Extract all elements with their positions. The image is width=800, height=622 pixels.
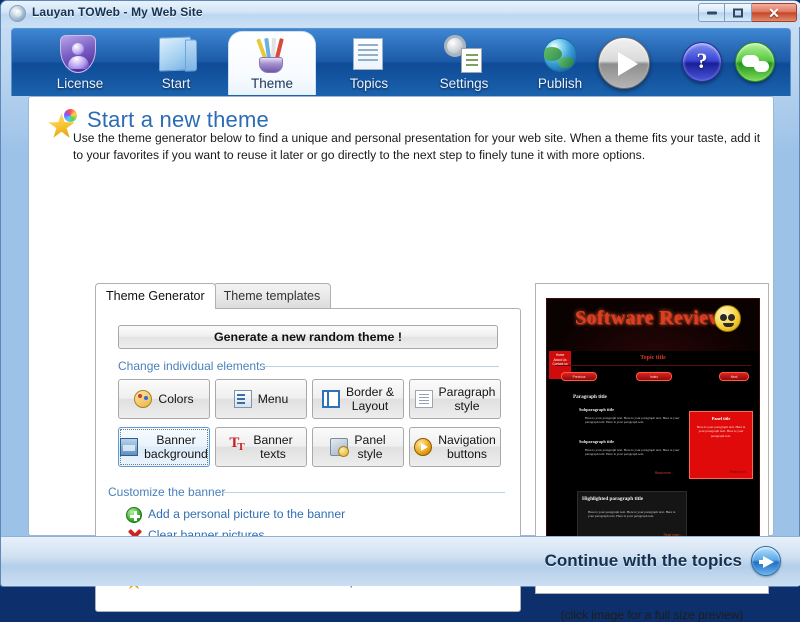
maximize-button[interactable] [725, 3, 752, 22]
close-icon: ✕ [768, 6, 780, 20]
preview-nav-index: Index [636, 372, 672, 381]
preview-nav-previous: Previous [561, 372, 597, 381]
preview-caption: (click image for a full size preview) [535, 608, 769, 622]
tab-strip: Theme GeneratorTheme templates [95, 283, 331, 309]
button-navigation-buttons-label: Navigation buttons [438, 433, 496, 461]
button-menu[interactable]: Menu [215, 379, 307, 419]
preview-topic-title: Topic title [547, 355, 759, 361]
shield-icon [60, 35, 100, 75]
question-mark-icon: ? [682, 42, 722, 82]
add-green-plus-icon [126, 507, 142, 523]
continue-label: Continue with the topics [545, 551, 742, 571]
section-divider-change [261, 366, 499, 367]
link-add-personal-picture[interactable]: Add a personal picture to the banner [148, 507, 345, 521]
nav-label-settings: Settings [418, 76, 510, 91]
page-description: Use the theme generator below to find a … [73, 130, 763, 164]
nav-item-publish[interactable]: Publish [514, 31, 606, 95]
button-border-layout-label: Border & Layout [346, 385, 394, 413]
preview-panel-more: Read more... [690, 470, 748, 474]
preview-panel-text: Here is your paragraph text. Here is you… [694, 425, 748, 438]
button-panel-style[interactable]: Panel style [312, 427, 404, 467]
button-banner-texts[interactable]: Banner texts [215, 427, 307, 467]
paragraph-icon [415, 390, 433, 408]
button-banner-background-label: Banner background [144, 433, 208, 461]
preview-read-more-1: Read more... [655, 471, 673, 475]
arrow-right-icon [751, 546, 781, 576]
play-icon [598, 37, 650, 89]
window-title: Lauyan TOWeb - My Web Site [32, 5, 203, 19]
button-navigation-buttons[interactable]: Navigation buttons [409, 427, 501, 467]
preview-panel-title: Panel title [690, 416, 752, 421]
tab-theme-generator[interactable]: Theme Generator [95, 283, 216, 309]
button-colors[interactable]: Colors [118, 379, 210, 419]
preview-side-panel: Panel title Here is your paragraph text.… [689, 411, 753, 479]
nav-label-start: Start [130, 76, 222, 91]
smiley-face-icon [714, 305, 741, 332]
gear-checklist-icon [444, 35, 484, 75]
preview-subparagraph-title-2: Subparagraph title [579, 439, 614, 444]
button-paragraph-style[interactable]: Paragraph style [409, 379, 501, 419]
title-bar: Lauyan TOWeb - My Web Site ✕ [1, 1, 800, 27]
menu-icon [234, 390, 252, 408]
panel-style-icon [330, 438, 348, 456]
continue-with-topics-button[interactable]: Continue with the topics [545, 546, 781, 576]
pencil-cup-icon [252, 36, 292, 76]
button-border-layout[interactable]: Border & Layout [312, 379, 404, 419]
tab-theme-templates[interactable]: Theme templates [213, 283, 332, 309]
preview-highlight-box: Highlighted paragraph title Here is your… [577, 491, 687, 541]
preview-divider-top [555, 365, 751, 366]
folder-icon [156, 35, 196, 75]
window-controls: ✕ [698, 3, 797, 22]
preview-highlight-title: Highlighted paragraph title [582, 496, 643, 502]
button-banner-background[interactable]: Banner background [118, 427, 210, 467]
application-window: Lauyan TOWeb - My Web Site ✕ License Sta… [0, 0, 800, 587]
chat-bubbles-icon [735, 42, 775, 82]
close-button[interactable]: ✕ [752, 3, 797, 22]
nav-label-publish: Publish [514, 76, 606, 91]
minimize-icon [707, 11, 717, 14]
button-colors-label: Colors [158, 392, 193, 406]
preview-nav-next: Next [719, 372, 749, 381]
generate-random-theme-button[interactable]: Generate a new random theme ! [118, 325, 498, 349]
section-change-individual-elements: Change individual elements [118, 359, 265, 373]
nav-item-topics[interactable]: Topics [323, 31, 415, 95]
content-panel: Start a new theme Use the theme generato… [28, 96, 774, 536]
preview-subparagraph-title-1: Subparagraph title [579, 407, 614, 412]
button-banner-texts-label: Banner texts [253, 433, 292, 461]
app-icon [9, 5, 26, 22]
button-paragraph-style-label: Paragraph style [439, 385, 496, 413]
border-layout-icon [322, 390, 340, 408]
banner-bg-icon [120, 438, 138, 456]
nav-label-topics: Topics [323, 76, 415, 91]
nav-label-license: License [34, 76, 126, 91]
preview-paragraph-title: Paragraph title [573, 394, 607, 400]
banner-text-icon [229, 438, 247, 456]
nav-label-theme: Theme [229, 76, 315, 91]
button-panel-style-label: Panel style [354, 433, 385, 461]
minimize-button[interactable] [698, 3, 725, 22]
help-button[interactable]: ? [682, 42, 722, 82]
section-customize-banner: Customize the banner [108, 485, 225, 499]
section-divider-customize [222, 492, 505, 493]
support-chat-button[interactable] [735, 42, 775, 82]
nav-item-start[interactable]: Start [130, 31, 222, 95]
globe-icon [540, 35, 580, 75]
nav-item-theme[interactable]: Theme [228, 31, 316, 95]
button-menu-label: Menu [258, 392, 289, 406]
navigation-icon [414, 438, 432, 456]
preview-play-button[interactable] [598, 37, 650, 89]
palette-icon [134, 390, 152, 408]
preview-body-text-1: Here is your paragraph text. Here is you… [585, 416, 685, 425]
preview-body-text-2: Here is your paragraph text. Here is you… [585, 448, 685, 457]
footer-bar: Continue with the topics [1, 536, 800, 586]
document-card-icon [349, 35, 389, 75]
maximize-icon [733, 8, 743, 17]
nav-item-license[interactable]: License [34, 31, 126, 95]
main-navigation-ribbon: License Start Theme Topics [11, 28, 791, 96]
preview-highlight-body: Here is your paragraph text. Here is you… [588, 510, 680, 519]
nav-item-settings[interactable]: Settings [418, 31, 510, 95]
